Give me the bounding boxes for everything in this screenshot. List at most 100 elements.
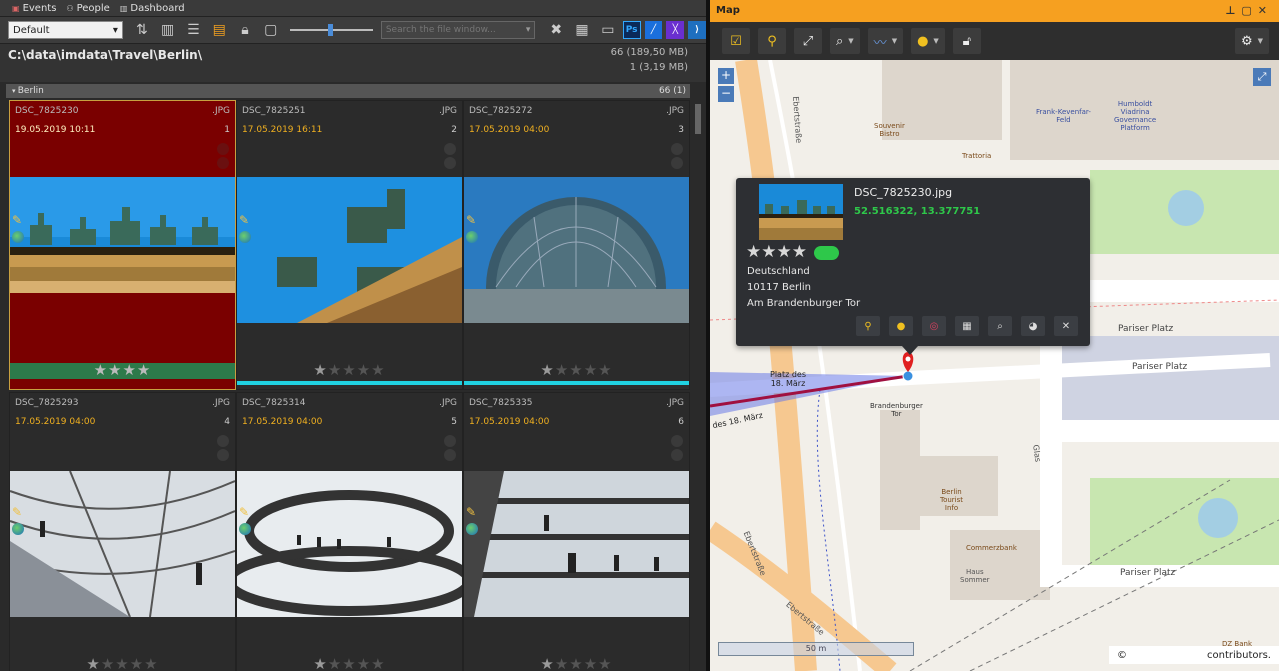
thumbnail-tile[interactable]: DSC_7825314 .JPG 17.05.2019 04:00 5 ✎ ★★… xyxy=(236,392,463,671)
thumbnail-tile[interactable]: DSC_7825272 .JPG 17.05.2019 04:00 3 ✎ ★★… xyxy=(463,100,690,390)
popup-close-button[interactable]: ✕ xyxy=(1054,316,1078,336)
map-label: Souvenir Bistro xyxy=(874,122,905,138)
monitor-button[interactable]: ▭ xyxy=(597,20,619,40)
frame-button[interactable]: ▢ xyxy=(260,20,282,40)
search-map-button[interactable]: ⌕ ▼ xyxy=(830,28,860,54)
photo-thumbnail xyxy=(464,471,689,617)
file-browser-pane: ▣ Events ⚇ People ▥ Dashboard Default ▾ ⇅ ▥ … xyxy=(0,0,707,671)
thumbnail-tile[interactable]: DSC_7825293 .JPG 17.05.2019 04:00 4 ✎ ★★… xyxy=(9,392,236,671)
map-toolbar: ☑ ⚲ ⤢ ⌕ ▼ 〰 ▼ ● ▼ 🔓︎ ⚙ ▼ xyxy=(710,22,1279,60)
rating-stars[interactable]: ★★★★★ xyxy=(464,361,689,379)
file-count-selected: 1 (3,19 MB) xyxy=(629,62,688,73)
yellow-dot-icon: ● xyxy=(917,33,929,49)
events-icon: ▣ xyxy=(12,3,20,13)
window-controls[interactable]: ⊥▢✕ xyxy=(1225,0,1273,22)
marker-color-button[interactable]: ● ▼ xyxy=(911,28,945,54)
frame-icon: ▢ xyxy=(264,22,278,38)
thumbnail-tile[interactable]: DSC_7825335 .JPG 17.05.2019 04:00 6 ✎ ★★… xyxy=(463,392,690,671)
popup-pin-button[interactable]: ⚲ xyxy=(856,316,880,336)
sort-button[interactable]: ⇅ xyxy=(131,20,153,40)
vscode-icon: ⟩ xyxy=(695,25,700,35)
expand-icon: ⤢ xyxy=(802,33,814,49)
app-root: ▣ Events ⚇ People ▥ Dashboard Default ▾ ⇅ ▥ … xyxy=(0,0,1279,671)
list-view-button[interactable]: ☰ xyxy=(183,20,205,40)
group-header[interactable]: ▾ Berlin 66 (1) xyxy=(6,84,690,98)
map-label: Haus Sommer xyxy=(960,568,990,584)
unlock-icon: 🔓︎ xyxy=(962,33,972,49)
popup-zoom-button[interactable]: ⌕ xyxy=(988,316,1012,336)
map-tiles xyxy=(710,60,1279,671)
settings-button[interactable]: ⚙ ▼ xyxy=(1234,28,1269,54)
database-button[interactable]: ▦ xyxy=(571,20,593,40)
map-label: Frank-Kevenfar- Feld xyxy=(1036,108,1091,124)
rating-stars[interactable]: ★★★★★ xyxy=(10,655,235,671)
thumbnail-view-button[interactable]: ▤ xyxy=(208,20,230,40)
tab-dashboard[interactable]: ▥ Dashboard xyxy=(120,3,185,14)
popup-thumbnail[interactable] xyxy=(759,184,843,240)
tools-button[interactable]: ✖ xyxy=(545,20,567,40)
status-dots xyxy=(217,435,229,461)
rating-stars[interactable]: ★★★★★ xyxy=(464,655,689,671)
view-select[interactable]: Default ▾ xyxy=(8,21,123,39)
rating-stars[interactable]: ★★★★ xyxy=(10,361,235,379)
pin-icon: ⚲ xyxy=(864,320,872,332)
globe-icon xyxy=(239,523,251,535)
popup-tail xyxy=(902,346,918,355)
thumbnail-tile[interactable]: DSC_7825230 .JPG 19.05.2019 10:11 1 ✎ ★★… xyxy=(9,100,236,390)
main-toolbar: Default▾ ⇅ ▥ ☰ ▤ 🔒︎ ▢ ▾ ✖ ▦ ▭ Ps ╱ ╳ ⟩ xyxy=(0,17,707,44)
thumbnail-tile[interactable]: DSC_7825251 .JPG 17.05.2019 16:11 2 ✎ ★★… xyxy=(236,100,463,390)
rating-stars[interactable]: ★★★★★ xyxy=(237,655,462,671)
map-fullscreen-button[interactable]: ⤢ xyxy=(1253,68,1271,86)
track-icon: 〰 xyxy=(873,35,887,51)
vscode-button[interactable]: ⟩ xyxy=(688,21,707,39)
tab-people[interactable]: ⚇ People xyxy=(66,3,109,14)
photoshop-button[interactable]: Ps xyxy=(622,21,641,39)
thumbnails-icon: ▤ xyxy=(212,22,226,38)
target-icon: ◎ xyxy=(929,320,939,332)
tab-bar: ▣ Events ⚇ People ▥ Dashboard xyxy=(0,0,706,17)
checkbox-button[interactable]: ☑ xyxy=(722,28,750,54)
lock-button[interactable]: 🔒︎ xyxy=(234,20,256,40)
map-attribution: © contributors. xyxy=(1109,646,1279,664)
app-icon: ╳ xyxy=(672,25,678,35)
expand-button[interactable]: ⤢ xyxy=(794,28,822,54)
app-button-3[interactable]: ╳ xyxy=(666,21,685,39)
photo-thumbnail xyxy=(237,177,462,323)
popup-coordinates[interactable]: 52.516322, 13.377751 xyxy=(854,206,980,217)
columns-button[interactable]: ▥ xyxy=(157,20,179,40)
popup-color-button[interactable]: ● xyxy=(889,316,913,336)
thumbnail-size-slider[interactable] xyxy=(289,20,373,40)
sort-icon: ⇅ xyxy=(135,22,148,38)
chevron-down-icon: ▼ xyxy=(848,37,854,45)
tab-events[interactable]: ▣ Events xyxy=(12,3,56,14)
globe-icon xyxy=(239,231,251,243)
track-button[interactable]: 〰 ▼ xyxy=(867,28,904,54)
popup-country: Deutschland xyxy=(747,266,810,277)
popup-rating-stars[interactable]: ★★★★ xyxy=(746,242,807,262)
slider-knob[interactable] xyxy=(327,24,333,36)
people-icon: ⚇ xyxy=(66,3,74,13)
globe-icon xyxy=(12,231,24,243)
pin-button[interactable]: ⚲ xyxy=(758,28,786,54)
search-input[interactable] xyxy=(385,25,526,35)
popup-target-button[interactable]: ◎ xyxy=(922,316,946,336)
app-icon: ╱ xyxy=(650,25,657,35)
search-box[interactable]: ▾ xyxy=(380,21,536,39)
chevron-down-icon: ▼ xyxy=(891,37,898,45)
scrollbar-thumb[interactable] xyxy=(695,104,701,134)
zoom-in-button[interactable]: + xyxy=(718,68,734,84)
popup-street: Am Brandenburger Tor xyxy=(747,298,861,309)
pencil-icon: ✎ xyxy=(239,213,250,227)
app-button-2[interactable]: ╱ xyxy=(644,21,663,39)
globe-icon xyxy=(466,231,478,243)
zoom-out-button[interactable]: − xyxy=(718,86,734,102)
photo-thumbnail xyxy=(10,471,235,617)
map-canvas[interactable]: Pariser Platz Pariser Platz Pariser Plat… xyxy=(710,60,1279,671)
rating-stars[interactable]: ★★★★★ xyxy=(237,361,462,379)
dashboard-icon: ▥ xyxy=(119,3,128,13)
popup-grid-button[interactable]: ▦ xyxy=(955,316,979,336)
vertical-scrollbar[interactable] xyxy=(694,84,702,671)
columns-icon: ▥ xyxy=(161,22,175,38)
popup-globe-button[interactable]: ◕ xyxy=(1021,316,1045,336)
unlock-button[interactable]: 🔓︎ xyxy=(952,28,981,54)
